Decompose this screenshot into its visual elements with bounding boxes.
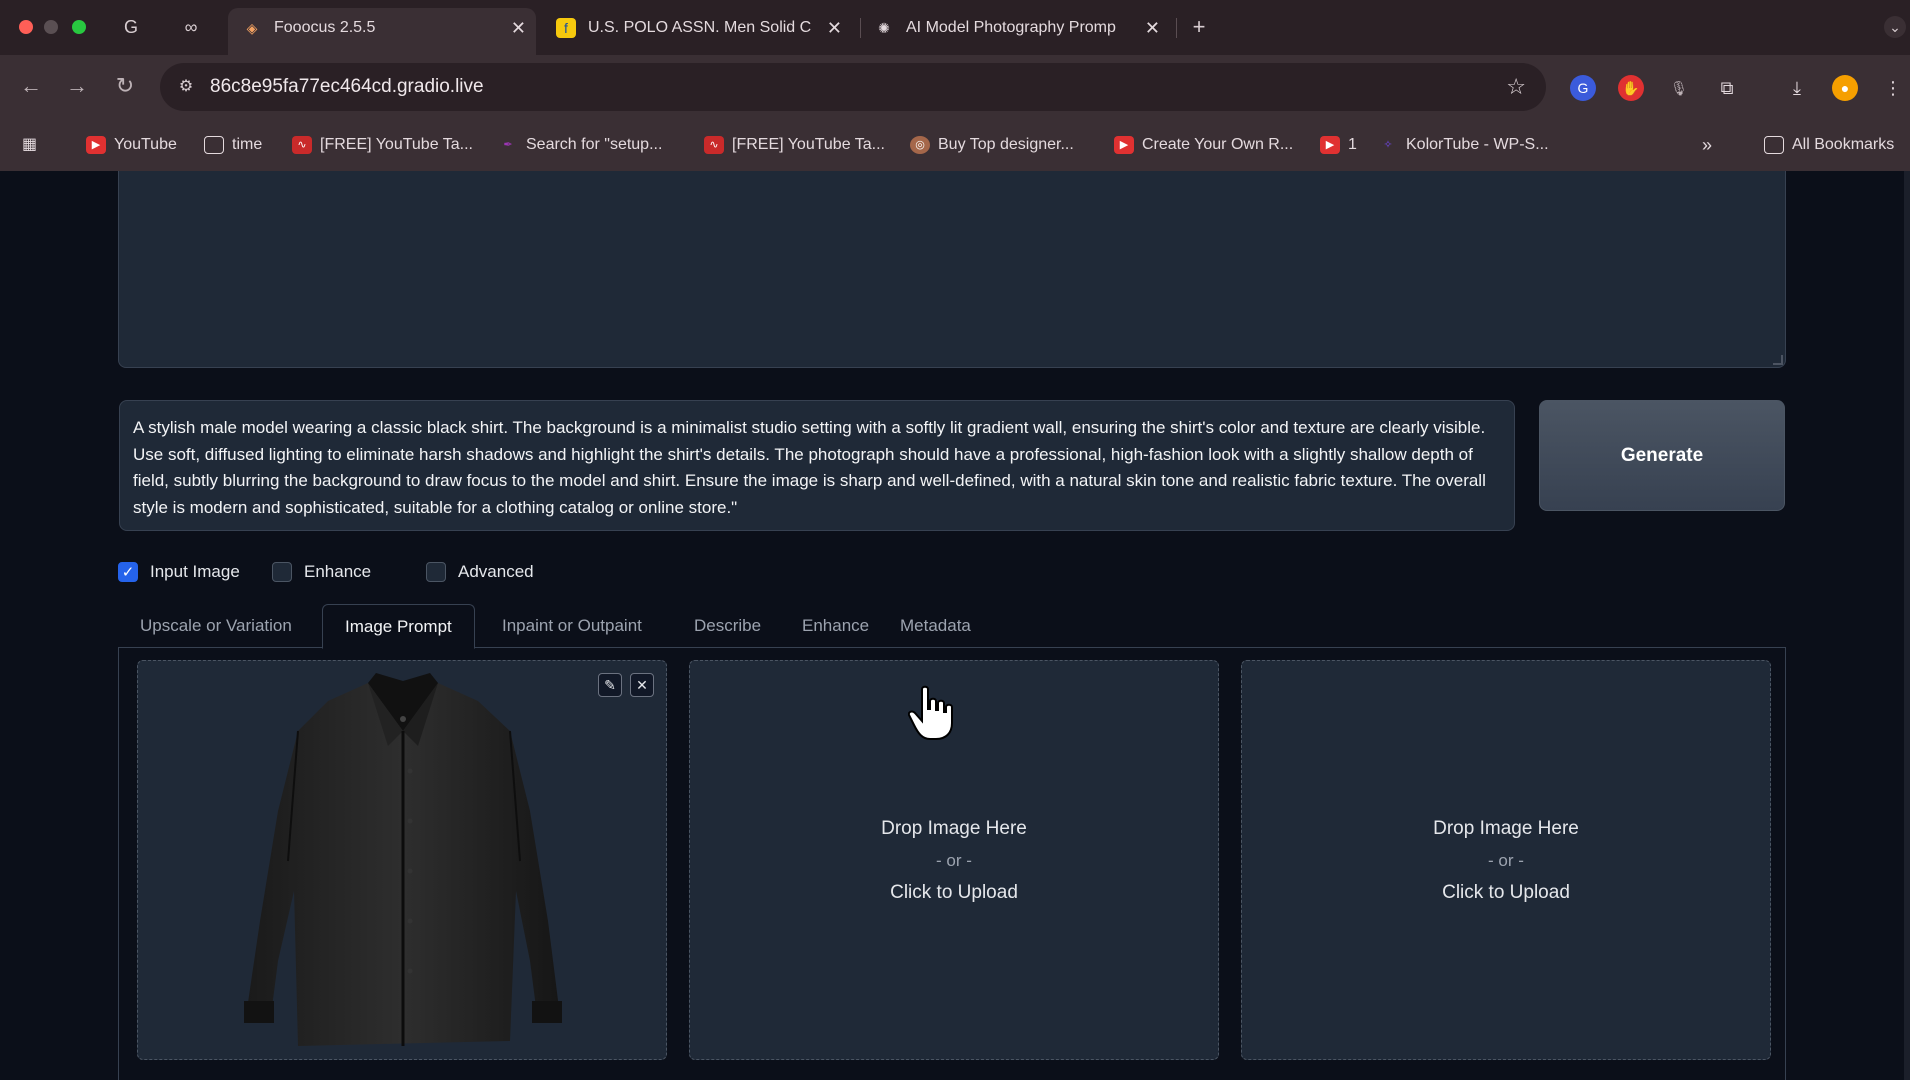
bookmark-free-youtube-2[interactable]: ∿ [FREE] YouTube Ta... [704,133,885,157]
prompt-text: A stylish male model wearing a classic b… [133,418,1486,517]
generate-button[interactable]: Generate [1539,400,1785,511]
resize-grip-icon[interactable] [1773,355,1783,365]
wave-icon: ∿ [292,136,312,154]
checkmark-icon: ✓ [118,562,138,582]
prompt-textarea[interactable]: A stylish male model wearing a classic b… [119,400,1515,531]
window-minimize-button[interactable] [44,20,58,34]
window-zoom-button[interactable] [72,20,86,34]
bookmarks-overflow-button[interactable]: » [1702,133,1712,157]
tab-describe[interactable]: Describe [672,604,783,648]
tab-title: Fooocus 2.5.5 [274,19,376,36]
drop-image-label: Drop Image Here [881,818,1027,839]
tab-enhance[interactable]: Enhance [780,604,891,648]
youtube-icon: ▶ [1320,136,1340,154]
or-label: - or - [1488,851,1524,870]
extension-icon[interactable]: G [1570,75,1596,101]
bookmark-1[interactable]: ▶ 1 [1320,133,1357,157]
browser-tab-ai-model[interactable]: ✺ AI Model Photography Promp ✕ [860,8,1170,48]
bookmark-free-youtube-1[interactable]: ∿ [FREE] YouTube Ta... [292,133,473,157]
bookmark-kolortube[interactable]: ✧ KolorTube - WP-S... [1378,133,1548,157]
page-scrollbar[interactable] [1904,171,1910,1080]
tab-metadata[interactable]: Metadata [878,604,993,648]
apps-grid-icon[interactable]: ▦ [22,133,37,157]
youtube-icon: ▶ [1114,136,1134,154]
google-icon[interactable]: G [120,16,142,38]
kebab-menu-icon[interactable]: ⋮ [1880,75,1906,101]
image-prompt-slot-1[interactable]: ✎ ✕ [137,660,667,1060]
black-shirt-image [244,673,562,1046]
folder-icon [204,136,224,154]
or-label: - or - [936,851,972,870]
url-text: 86c8e95fa77ec464cd.gradio.live [210,76,484,97]
tab-group-icon[interactable]: ∞ [180,16,202,38]
microphone-icon[interactable]: 🎙 [1666,75,1692,101]
openai-favicon-icon: ✺ [878,20,890,36]
bookmark-youtube[interactable]: ▶ YouTube [86,133,177,157]
reload-icon[interactable]: ↻ [110,71,140,101]
click-to-upload-label: Click to Upload [890,882,1018,903]
adblock-hand-icon[interactable]: ✋ [1618,75,1644,101]
site-info-icon[interactable]: ⚙ [174,75,198,99]
browser-toolbar: ← → ↻ ⚙ 86c8e95fa77ec464cd.gradio.live ☆… [0,55,1910,171]
window-close-button[interactable] [19,20,33,34]
folder-icon [1764,136,1784,154]
all-bookmarks-button[interactable]: All Bookmarks [1764,133,1894,157]
click-to-upload-label: Click to Upload [1442,882,1570,903]
close-icon[interactable]: ✕ [511,8,526,48]
browser-tab-uspolo[interactable]: f U.S. POLO ASSN. Men Solid C ✕ [542,8,852,48]
fooocus-page: A stylish male model wearing a classic b… [0,171,1910,1080]
bookmark-buy-designer[interactable]: ◎ Buy Top designer... [910,133,1074,157]
forward-arrow-icon[interactable]: → [62,71,92,101]
globe-icon: ◎ [910,136,930,154]
profile-avatar[interactable]: ● [1832,75,1858,101]
close-icon[interactable]: ✕ [1145,8,1160,48]
tab-upscale-or-variation[interactable]: Upscale or Variation [118,604,314,648]
bookmark-create-your-own[interactable]: ▶ Create Your Own R... [1114,133,1293,157]
download-icon[interactable]: ⤓ [1784,75,1810,101]
bookmark-search-setup[interactable]: ✒ Search for "setup... [498,133,662,157]
fooocus-favicon-icon: ◈ [246,20,258,36]
drop-image-label: Drop Image Here [1433,818,1579,839]
tab-image-prompt[interactable]: Image Prompt [322,604,475,649]
upload-dropzone[interactable]: Drop Image Here - or - Click to Upload [690,813,1218,909]
browser-tab-fooocus[interactable]: ◈ Fooocus 2.5.5 ✕ [228,8,536,55]
close-icon[interactable]: ✕ [827,8,842,48]
gallery-output-area[interactable] [118,171,1786,368]
extensions-puzzle-icon[interactable]: ⧉ [1714,75,1740,101]
back-arrow-icon[interactable]: ← [16,71,46,101]
tab-search-chevron-icon[interactable]: ⌄ [1884,16,1906,38]
pen-icon: ✒ [503,139,513,151]
browser-tab-bar: G ∞ ◈ Fooocus 2.5.5 ✕ f U.S. POLO ASSN. … [0,0,1910,55]
input-image-tabs: Upscale or Variation Image Prompt Inpain… [118,604,1786,649]
plus-icon[interactable]: + [1188,16,1210,38]
address-bar[interactable]: ⚙ 86c8e95fa77ec464cd.gradio.live ☆ [160,63,1546,111]
tab-inpaint-or-outpaint[interactable]: Inpaint or Outpaint [480,604,664,648]
tab-title: AI Model Photography Promp [906,19,1116,36]
image-prompt-slot-3[interactable]: Drop Image Here - or - Click to Upload [1241,660,1771,1060]
bookmark-folder-time[interactable]: time [204,133,262,157]
tab-title: U.S. POLO ASSN. Men Solid C [588,19,812,36]
flipkart-favicon-icon: f [556,18,576,38]
bookmark-star-icon[interactable]: ☆ [1506,75,1526,99]
upload-dropzone[interactable]: Drop Image Here - or - Click to Upload [1242,813,1770,909]
kolortube-icon: ✧ [1383,139,1393,151]
hand-pointer-cursor-icon [908,685,953,740]
bookmarks-bar: ▦ ▶ YouTube time ∿ [FREE] YouTube Ta... … [0,119,1910,171]
wave-icon: ∿ [704,136,724,154]
youtube-icon: ▶ [86,136,106,154]
